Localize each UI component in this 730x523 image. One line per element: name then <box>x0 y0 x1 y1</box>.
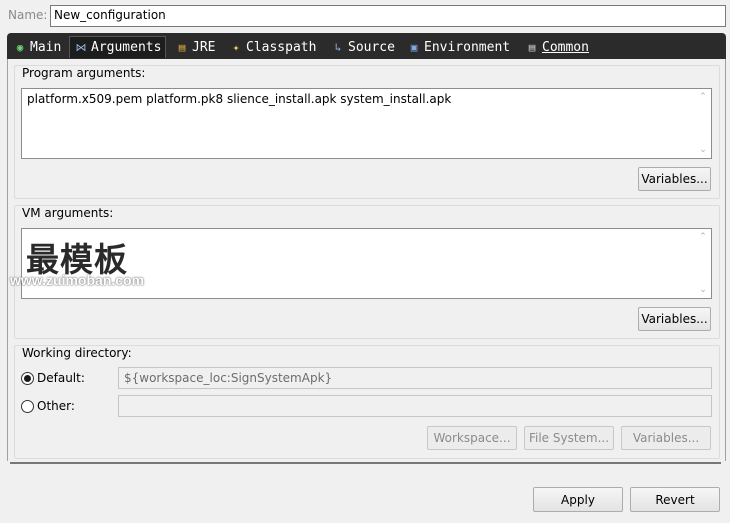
program-arguments-variables-button[interactable]: Variables... <box>638 167 711 191</box>
watermark-url: www.zuimoban.com <box>10 272 145 288</box>
scroll-up-icon[interactable]: ⌃ <box>699 92 707 102</box>
tab-jre[interactable]: ▤ JRE <box>171 36 219 58</box>
default-radio[interactable] <box>21 372 34 385</box>
tab-classpath[interactable]: ✦ Classpath <box>225 36 320 58</box>
file-system-button[interactable]: File System... <box>524 426 614 450</box>
working-directory-title: Working directory: <box>22 346 132 360</box>
tab-label: Environment <box>424 39 511 55</box>
tab-main[interactable]: ◉ Main <box>9 36 65 58</box>
environment-icon: ▣ <box>410 40 418 54</box>
classpath-icon: ✦ <box>232 40 240 54</box>
vm-arguments-scrollbar[interactable]: ⌃ ⌄ <box>695 229 711 298</box>
tab-arguments[interactable]: ⋈ Arguments <box>69 36 167 58</box>
scroll-down-icon[interactable]: ⌄ <box>699 145 707 155</box>
scroll-down-icon[interactable]: ⌄ <box>699 285 707 295</box>
tab-label: Main <box>30 39 62 55</box>
default-label: Default: <box>37 371 85 385</box>
vm-arguments-variables-button[interactable]: Variables... <box>638 307 711 331</box>
tab-label: Classpath <box>246 39 317 55</box>
tab-label: Source <box>348 39 395 55</box>
workspace-button[interactable]: Workspace... <box>427 426 517 450</box>
program-arguments-scrollbar[interactable]: ⌃ ⌄ <box>695 89 711 158</box>
tab-environment[interactable]: ▣ Environment <box>403 36 514 58</box>
scroll-up-icon[interactable]: ⌃ <box>699 232 707 242</box>
apply-button[interactable]: Apply <box>533 487 623 512</box>
tab-label: Common <box>542 39 589 55</box>
other-radio[interactable] <box>21 400 34 413</box>
name-label: Name: <box>8 8 48 22</box>
tab-label: Arguments <box>91 40 162 55</box>
default-directory-field: ${workspace_loc:SignSystemApk} <box>118 367 712 389</box>
program-arguments-title: Program arguments: <box>22 66 146 80</box>
configuration-name-input[interactable]: New_configuration <box>50 5 726 27</box>
separator <box>10 462 721 464</box>
program-arguments-textarea[interactable]: platform.x509.pem platform.pk8 slience_i… <box>21 88 712 159</box>
tab-common[interactable]: ▤ Common <box>521 36 593 58</box>
common-icon: ▤ <box>528 40 536 54</box>
arguments-icon: ⋈ <box>75 41 87 54</box>
tab-source[interactable]: ↳ Source <box>327 36 399 58</box>
working-directory-variables-button[interactable]: Variables... <box>621 426 711 450</box>
other-label: Other: <box>37 399 75 413</box>
other-directory-field <box>118 395 712 417</box>
revert-button[interactable]: Revert <box>630 487 720 512</box>
program-arguments-text: platform.x509.pem platform.pk8 slience_i… <box>27 92 452 106</box>
tab-label: JRE <box>192 39 216 55</box>
jre-library-icon: ▤ <box>178 40 186 54</box>
main-class-icon: ◉ <box>16 40 24 54</box>
source-icon: ↳ <box>334 40 342 54</box>
vm-arguments-title: VM arguments: <box>22 206 114 220</box>
launch-config-tab-bar: ◉ Main ⋈ Arguments ▤ JRE ✦ Classpath ↳ S… <box>7 33 726 59</box>
